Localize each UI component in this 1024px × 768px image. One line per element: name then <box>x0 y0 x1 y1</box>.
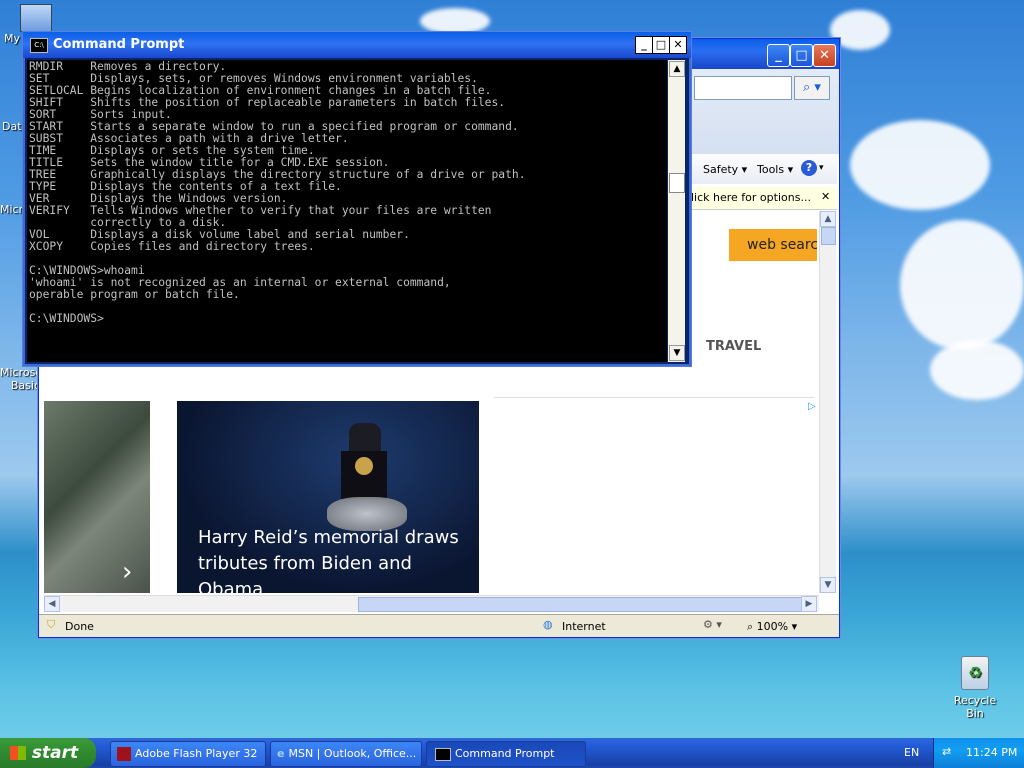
zoom-icon: ⌕ <box>747 620 754 633</box>
scroll-left-arrow[interactable]: ◀ <box>44 596 60 612</box>
headline-text[interactable]: Harry Reid’s memorial draws tributes fro… <box>198 525 468 593</box>
cmd-title: Command Prompt <box>53 37 185 52</box>
infobar-text: lick here for options... <box>691 191 811 204</box>
command-prompt-window[interactable]: C:\ Command Prompt _ □ ✕ RMDIR Removes a… <box>22 31 692 367</box>
maximize-button[interactable]: □ <box>790 44 813 67</box>
system-tray: ⇄ 11:24 PM <box>933 738 1024 768</box>
chevron-right-icon[interactable]: › <box>122 557 132 587</box>
tools-menu[interactable]: Tools ▾ <box>757 163 793 176</box>
task-command-prompt[interactable]: Command Prompt <box>426 741 586 767</box>
status-bar: ⛉ Done ◍ Internet ⚙ ▾ ⌕ 100% ▾ <box>39 614 839 637</box>
shield-icon: ⛉ <box>47 618 56 631</box>
protected-mode-icon[interactable]: ⚙ ▾ <box>703 618 722 631</box>
language-indicator[interactable]: EN <box>904 746 919 759</box>
globe-icon: ◍ <box>543 618 553 631</box>
taskbar: start Adobe Flash Player 32 e MSN | Outlo… <box>0 738 1024 768</box>
flash-icon <box>117 747 131 761</box>
start-button[interactable]: start <box>0 738 96 768</box>
web-search-box[interactable]: web search <box>729 229 817 261</box>
minimize-button[interactable]: _ <box>635 36 653 54</box>
close-button[interactable]: ✕ <box>669 36 687 54</box>
close-button[interactable]: ✕ <box>813 44 836 67</box>
presidential-seal-icon <box>355 457 373 475</box>
cmd-window-icon: C:\ <box>30 38 48 53</box>
scroll-thumb[interactable] <box>821 227 836 245</box>
network-icon[interactable]: ⇄ <box>942 745 951 758</box>
console-output[interactable]: RMDIR Removes a directory. SET Displays,… <box>27 60 667 362</box>
maximize-button[interactable]: □ <box>652 36 670 54</box>
status-done: Done <box>65 620 94 633</box>
start-label: start <box>31 743 79 763</box>
task-flash-player[interactable]: Adobe Flash Player 32 <box>110 741 266 767</box>
hscroll-thumb[interactable] <box>358 597 802 612</box>
scroll-up-arrow[interactable]: ▲ <box>669 61 685 77</box>
zoom-control[interactable]: ⌕ 100% ▾ <box>747 620 797 634</box>
minimize-button[interactable]: _ <box>767 44 790 67</box>
search-button[interactable]: ⌕ ▾ <box>794 76 830 100</box>
console-scroll-thumb[interactable] <box>669 173 685 193</box>
windows-logo-icon <box>10 746 26 760</box>
horizontal-scrollbar[interactable]: ◀ ▶ <box>44 595 819 612</box>
safety-menu[interactable]: Safety ▾ <box>703 163 747 176</box>
category-travel[interactable]: TRAVEL <box>706 339 761 354</box>
microsoft-basic-icon[interactable]: Microsof Basic <box>0 366 46 392</box>
command-bar: Safety ▾ Tools ▾ ? ▾ <box>689 154 837 184</box>
information-bar[interactable]: lick here for options... ✕ <box>689 187 837 210</box>
web-search-label: web search <box>747 237 817 253</box>
task-msn-ie[interactable]: e MSN | Outlook, Office... <box>270 741 422 767</box>
ad-info-icon[interactable]: ▷ <box>808 401 816 412</box>
ie-icon: e <box>277 747 285 760</box>
news-image-left[interactable]: › <box>44 401 150 593</box>
search-icon: ⌕ <box>803 80 811 95</box>
scroll-right-arrow[interactable]: ▶ <box>801 596 817 612</box>
desktop-icon-label: Dat <box>2 120 22 133</box>
desktop-icon-label: Recycle Bin <box>953 694 997 720</box>
scroll-down-arrow[interactable]: ▼ <box>820 577 836 593</box>
scroll-up-arrow[interactable]: ▲ <box>820 211 836 227</box>
vertical-scrollbar[interactable]: ▲ ▼ <box>819 211 836 593</box>
cmd-titlebar[interactable]: C:\ Command Prompt _ □ ✕ <box>23 32 691 58</box>
close-icon[interactable]: ✕ <box>821 190 830 203</box>
address-bar[interactable] <box>694 76 792 100</box>
console-text: RMDIR Removes a directory. SET Displays,… <box>29 60 526 325</box>
recycle-bin-icon[interactable]: ♻ Recycle Bin <box>944 656 1006 720</box>
console-scrollbar[interactable]: ▲ ▼ <box>668 60 685 362</box>
news-card-headline[interactable]: Harry Reid’s memorial draws tributes fro… <box>177 401 479 593</box>
scroll-down-arrow[interactable]: ▼ <box>669 345 685 361</box>
cmd-icon <box>435 747 451 761</box>
ad-area <box>494 397 814 398</box>
help-icon[interactable]: ? <box>801 160 817 176</box>
data-icon[interactable]: Dat <box>2 120 22 133</box>
status-zone: Internet <box>562 620 606 633</box>
desktop-icon-label: My <box>4 32 21 45</box>
clock[interactable]: 11:24 PM <box>966 746 1017 759</box>
